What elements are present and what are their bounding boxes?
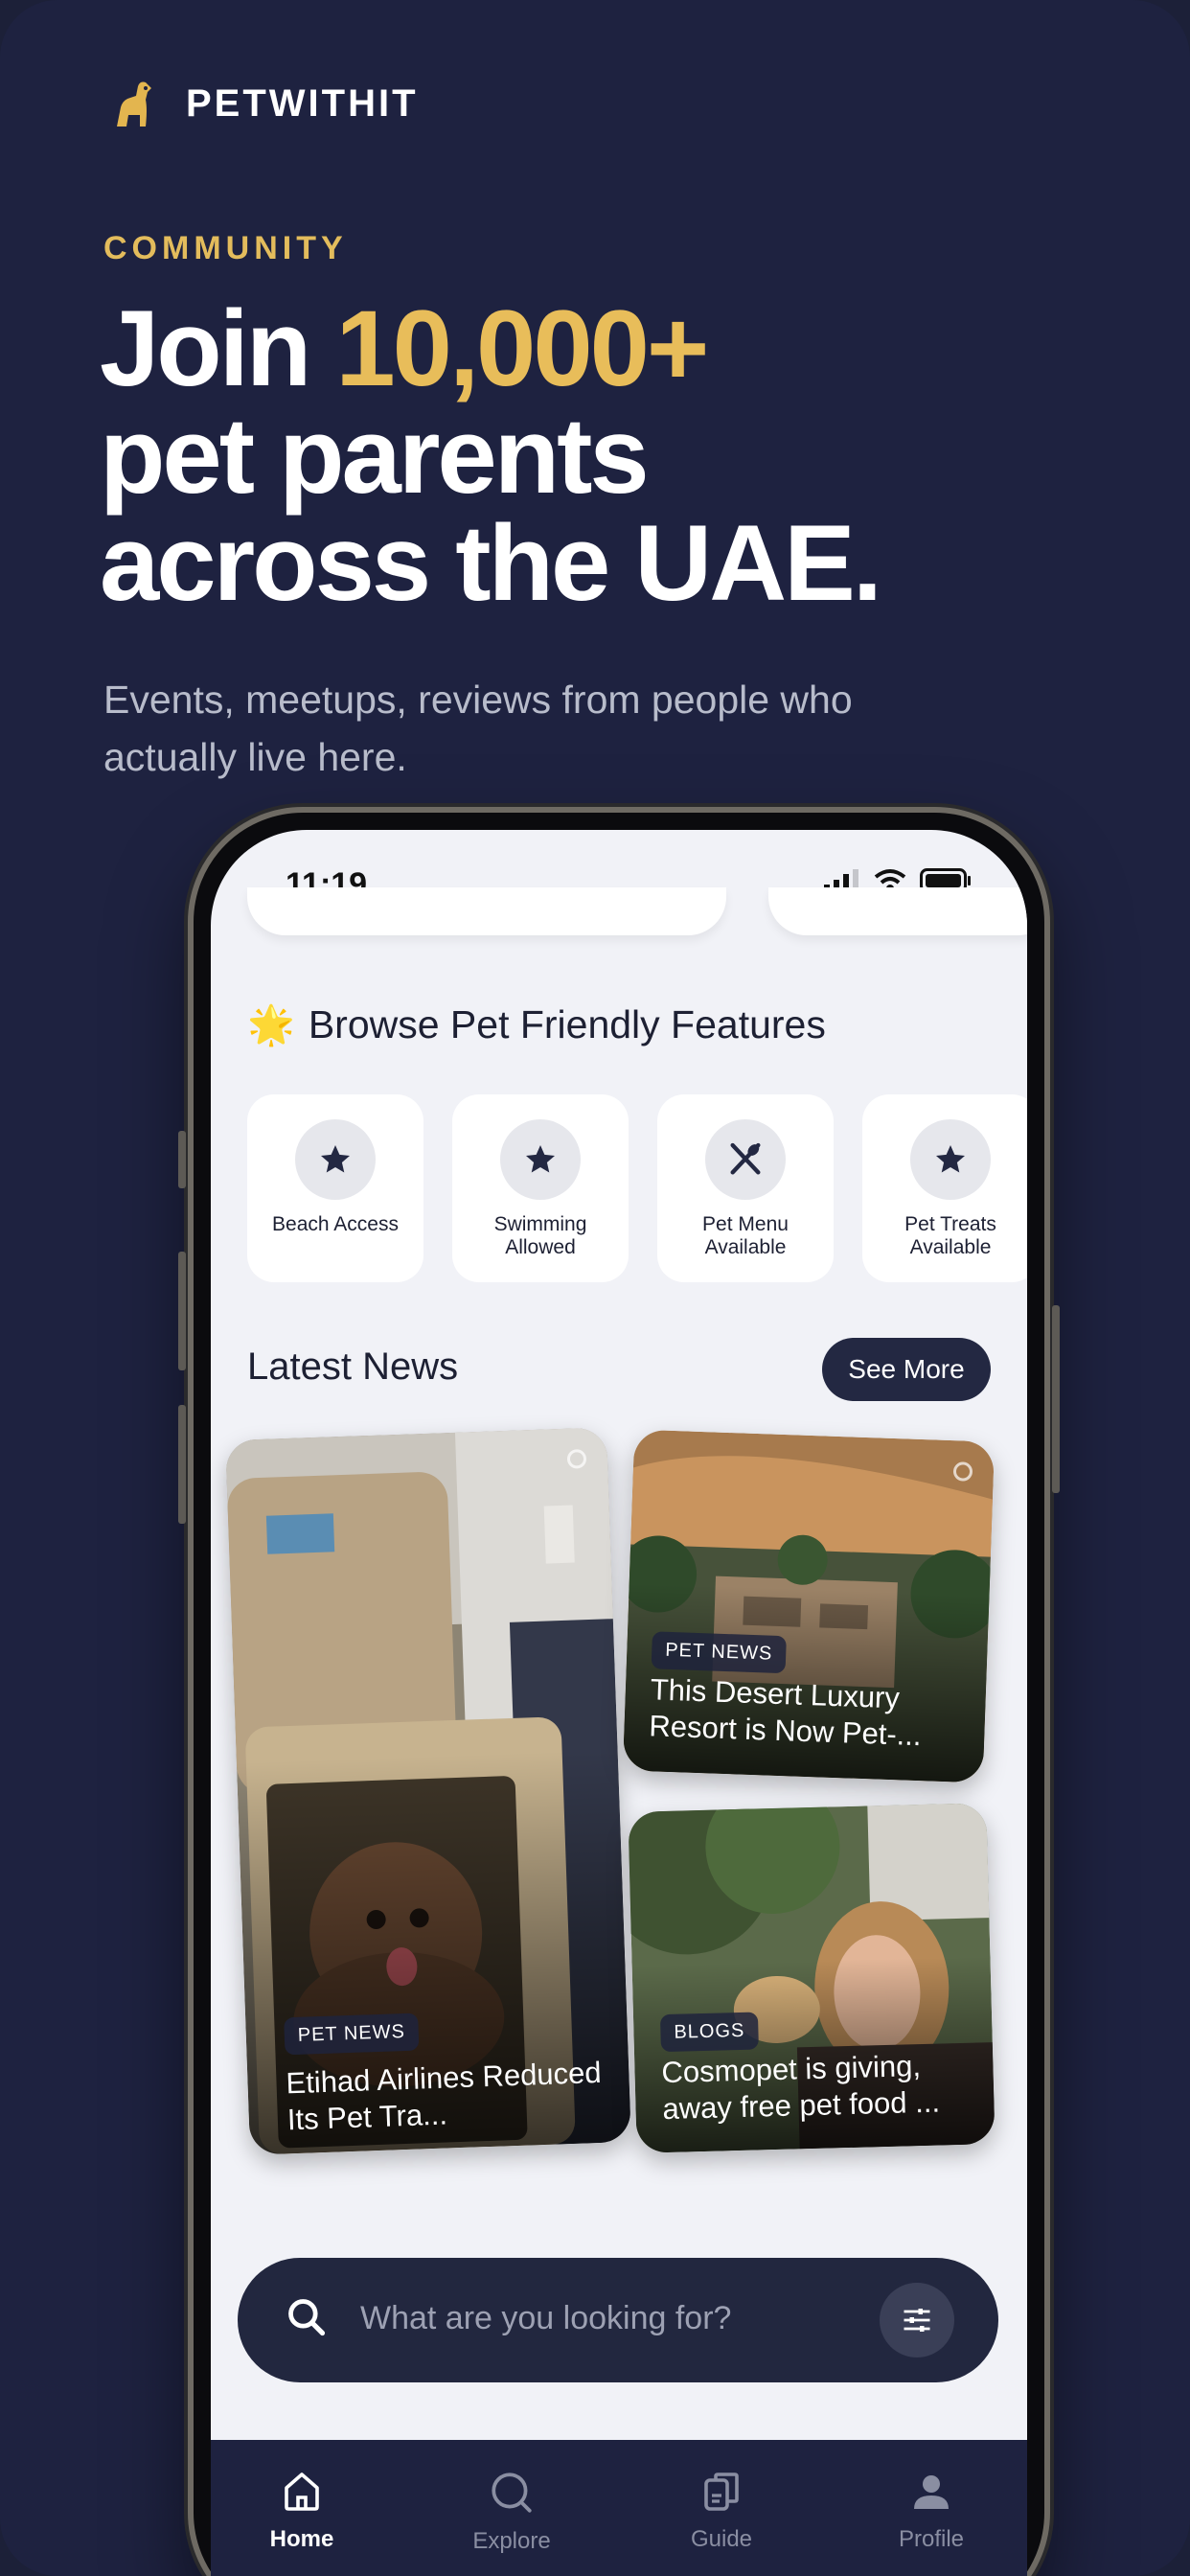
guide-icon — [704, 2472, 739, 2511]
feature-label: Beach Access — [272, 1213, 399, 1235]
card-title: Etihad Airlines Reduced Its Pet Tra... — [285, 2055, 603, 2137]
news-card[interactable]: BLOGS Cosmopet is giving, away free pet … — [628, 1803, 995, 2153]
mute-switch — [178, 1131, 186, 1188]
tab-guide[interactable]: Guide — [650, 2469, 793, 2553]
filter-button[interactable] — [880, 2283, 954, 2358]
search-input[interactable]: What are you looking for? — [360, 2300, 731, 2337]
search-icon — [288, 2299, 326, 2336]
headline-accent: 10,000+ — [335, 288, 709, 408]
features-list[interactable]: Beach Access Swimming Allowed Pet Menu A… — [247, 1094, 1027, 1282]
star-emoji-icon: 🌟 — [247, 1004, 295, 1046]
search-bar[interactable]: What are you looking for? — [238, 2258, 998, 2382]
hero-subheadline: Events, meetups, reviews from people who… — [103, 678, 853, 779]
news-card[interactable]: PET NEWS Etihad Airlines Reduced Its Pet… — [225, 1427, 631, 2155]
card-tag: BLOGS — [659, 2012, 759, 2053]
headline-line-3: across the UAE. — [100, 503, 882, 623]
previous-card-edge — [247, 887, 726, 935]
search-icon — [492, 2472, 532, 2513]
brand-name: PETWITHIT — [186, 81, 419, 125]
tab-home[interactable]: Home — [230, 2469, 374, 2553]
feature-label: Pet Treats Available — [904, 1213, 996, 1258]
bottom-tab-bar: Home Explore Guide Profile — [211, 2440, 1027, 2576]
feature-card[interactable]: Beach Access — [247, 1094, 423, 1282]
volume-up-button — [178, 1252, 186, 1370]
feature-card[interactable]: Pet Menu Available — [657, 1094, 834, 1282]
volume-down-button — [178, 1405, 186, 1524]
cutlery-icon — [705, 1119, 786, 1200]
promo-poster: PETWITHIT COMMUNITY Join 10,000+ pet par… — [0, 0, 1190, 2576]
app-screen: 11:19 🌟 Browse Pet Friendly Features Bea… — [211, 830, 1027, 2576]
headline-prefix: Join — [100, 288, 336, 408]
star-icon — [910, 1119, 991, 1200]
star-icon — [500, 1119, 581, 1200]
dog-logo-icon — [117, 81, 151, 126]
tab-label: Explore — [472, 2528, 551, 2554]
previous-card-edge-2 — [768, 887, 1027, 935]
features-title: Browse Pet Friendly Features — [308, 1002, 826, 1046]
tab-label: Home — [269, 2526, 334, 2552]
features-section-title: 🌟 Browse Pet Friendly Features — [247, 1002, 826, 1047]
sliders-icon — [904, 2309, 930, 2332]
feature-card[interactable]: Pet Treats Available — [862, 1094, 1027, 1282]
home-icon — [285, 2472, 319, 2511]
card-title: This Desert Luxury Resort is Now Pet-... — [648, 1672, 923, 1753]
card-tag: PET NEWS — [651, 1631, 787, 1674]
power-button — [1052, 1305, 1060, 1493]
card-tag: PET NEWS — [284, 2012, 420, 2056]
hero-headline: Join 10,000+ pet parents across the UAE. — [100, 295, 1115, 617]
news-card[interactable]: PET NEWS This Desert Luxury Resort is No… — [622, 1429, 995, 1783]
card-title: Cosmopet is giving, away free pet food .… — [661, 2049, 941, 2127]
section-eyebrow: COMMUNITY — [103, 230, 348, 266]
tab-explore[interactable]: Explore — [440, 2469, 584, 2555]
tab-label: Guide — [690, 2526, 753, 2552]
brand: PETWITHIT — [103, 75, 419, 132]
headline-line-2: pet parents — [100, 396, 650, 516]
feature-label: Pet Menu Available — [702, 1213, 789, 1258]
tab-profile[interactable]: Profile — [859, 2469, 1003, 2553]
star-icon — [295, 1119, 376, 1200]
feature-label: Swimming Allowed — [493, 1213, 587, 1258]
news-section-title: Latest News — [247, 1346, 459, 1388]
feature-card[interactable]: Swimming Allowed — [452, 1094, 629, 1282]
tab-label: Profile — [898, 2526, 965, 2552]
profile-icon — [914, 2475, 949, 2509]
see-more-button[interactable]: See More — [822, 1338, 991, 1401]
